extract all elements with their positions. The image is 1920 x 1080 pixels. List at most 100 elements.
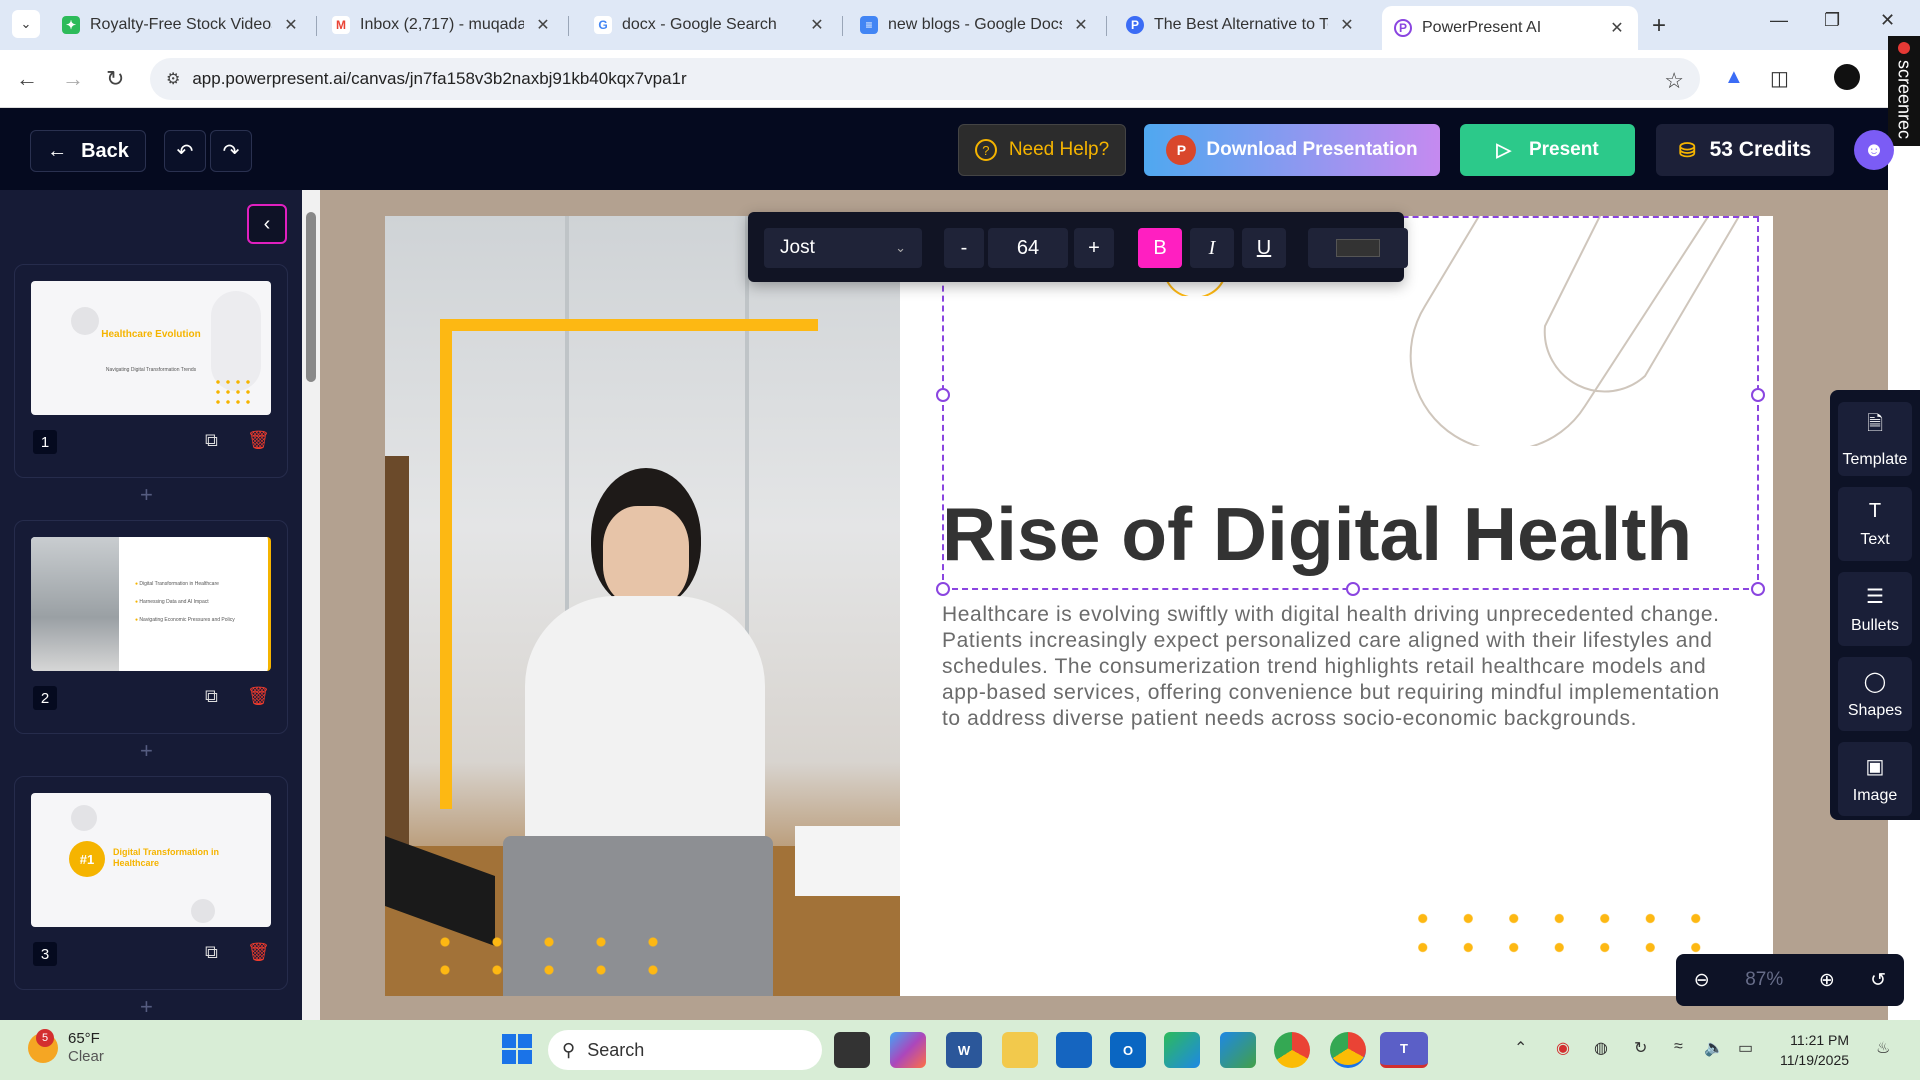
m365-icon[interactable] [1164,1032,1200,1068]
resize-handle[interactable] [1346,582,1360,596]
zoom-out-icon[interactable]: ⊖ [1694,969,1710,992]
doctor-photo[interactable] [385,216,900,996]
increase-font-button[interactable]: + [1074,228,1114,268]
slide-thumbnail[interactable]: Healthcare Evolution Navigating Digital … [31,281,271,415]
tab-alternative[interactable]: P The Best Alternative to Tom... ✕ [1114,6,1368,44]
sync-icon[interactable]: ↻ [1634,1038,1647,1058]
close-tab-icon[interactable]: ✕ [1072,15,1090,35]
url-bar[interactable]: ⚙ app.powerpresent.ai/canvas/jn7fa158v3b… [150,58,1700,100]
teams-icon[interactable]: T [1380,1032,1428,1068]
slide-card-3[interactable]: #1 Digital Transformation in Healthcare … [14,776,288,990]
add-slide-button[interactable]: + [140,482,153,508]
delete-icon[interactable]: 🗑 [247,942,270,963]
duplicate-icon[interactable]: ⧉ [205,430,218,451]
shapes-tool[interactable]: ◯ Shapes [1838,657,1912,731]
start-button[interactable] [502,1034,532,1064]
decrease-font-button[interactable]: - [944,228,984,268]
weather-widget[interactable]: 5 65°F Clear [28,1029,104,1066]
duplicate-icon[interactable]: ⧉ [205,942,218,963]
tab-google-search[interactable]: G docx - Google Search ✕ [582,6,838,44]
restore-icon[interactable]: ❐ [1824,10,1840,31]
redo-button[interactable]: ↷ [210,130,252,172]
image-tool[interactable]: ▣ Image [1838,742,1912,816]
slide-canvas[interactable]: Rise of Digital Health Healthcare is evo… [385,216,1773,996]
font-family-select[interactable]: Jost ⌄ [764,228,922,268]
underline-button[interactable]: U [1242,228,1286,268]
chrome-icon[interactable] [1274,1032,1310,1068]
tab-google-docs[interactable]: ≡ new blogs - Google Docs ✕ [848,6,1102,44]
slide-thumbnail[interactable]: #1 Digital Transformation in Healthcare [31,793,271,927]
battery-icon[interactable]: ▭ [1738,1038,1753,1058]
delete-icon[interactable]: 🗑 [247,430,270,451]
tab-inbox[interactable]: M Inbox (2,717) - muqadasib... ✕ [320,6,564,44]
font-size-input[interactable]: 64 [988,228,1068,268]
scrollbar-thumb[interactable] [306,212,316,382]
chrome-profile-icon[interactable] [1330,1032,1366,1068]
chevron-up-icon[interactable]: ⌃ [1514,1038,1527,1058]
close-tab-icon[interactable]: ✕ [534,15,552,35]
slide-thumbnail[interactable]: ● Digital Transformation in Healthcare ●… [31,537,271,671]
close-tab-icon[interactable]: ✕ [1338,15,1356,35]
file-explorer-icon[interactable] [1002,1032,1038,1068]
resize-handle[interactable] [936,388,950,402]
tab-powerpresent[interactable]: P PowerPresent AI ✕ [1382,6,1638,50]
present-button[interactable]: ▷ Present [1460,124,1635,176]
text-tool[interactable]: T Text [1838,487,1912,561]
add-slide-button[interactable]: + [140,994,153,1020]
bullets-tool[interactable]: ☰ Bullets [1838,572,1912,646]
slide-card-1[interactable]: Healthcare Evolution Navigating Digital … [14,264,288,478]
close-window-icon[interactable]: ✕ [1880,10,1895,31]
word-icon[interactable]: W [946,1032,982,1068]
undo-button[interactable]: ↶ [164,130,206,172]
back-button[interactable]: ← Back [30,130,146,172]
resize-handle[interactable] [1751,582,1765,596]
task-view-icon[interactable] [834,1032,870,1068]
outlook-icon[interactable]: O [1110,1032,1146,1068]
delete-icon[interactable]: 🗑 [247,686,270,707]
text-color-picker[interactable] [1308,228,1408,268]
minimize-icon[interactable]: — [1770,10,1788,31]
zoom-in-icon[interactable]: ⊕ [1819,969,1835,992]
volume-icon[interactable]: 🔈 [1704,1038,1724,1058]
slide-body-text[interactable]: Healthcare is evolving swiftly with digi… [942,602,1722,732]
slide-card-2[interactable]: ● Digital Transformation in Healthcare ●… [14,520,288,734]
resize-handle[interactable] [936,582,950,596]
user-avatar[interactable]: ☻ [1854,130,1894,170]
store-icon[interactable] [1056,1032,1092,1068]
credits-button[interactable]: ⛁ 53 Credits [1656,124,1834,176]
close-tab-icon[interactable]: ✕ [1608,18,1626,38]
back-nav-icon[interactable]: ← [16,66,38,92]
tab-search-dropdown[interactable]: ⌄ [12,10,40,38]
copilot-icon[interactable] [890,1032,926,1068]
slide-title[interactable]: Rise of Digital Health [942,491,1692,577]
eye-off-icon[interactable]: ◍ [1594,1038,1608,1058]
notification-bell-icon[interactable]: ♨ [1876,1038,1890,1058]
italic-button[interactable]: I [1190,228,1234,268]
new-tab-button[interactable]: + [1652,12,1666,40]
bold-button[interactable]: B [1138,228,1182,268]
reset-zoom-icon[interactable]: ↺ [1870,969,1886,992]
tray-app-icon[interactable]: ◉ [1556,1038,1570,1058]
wifi-icon[interactable]: ≈ [1674,1038,1683,1056]
forward-nav-icon[interactable]: → [62,66,84,92]
resize-handle[interactable] [1751,388,1765,402]
close-tab-icon[interactable]: ✕ [282,15,300,35]
profile-icon[interactable] [1834,64,1860,90]
reload-icon[interactable]: ↻ [106,66,124,92]
template-tool[interactable]: 🗎 Template [1838,402,1912,476]
taskbar-search[interactable]: ⚲ Search [548,1030,822,1070]
download-presentation-button[interactable]: P Download Presentation [1144,124,1440,176]
tab-stock-videos[interactable]: ✦ Royalty-Free Stock Videos ✕ [50,6,312,44]
duplicate-icon[interactable]: ⧉ [205,686,218,707]
sidebar-scrollbar[interactable] [302,190,320,1020]
site-info-icon[interactable]: ⚙ [166,69,180,89]
close-tab-icon[interactable]: ✕ [808,15,826,35]
extensions-puzzle-icon[interactable]: ◫ [1770,66,1789,91]
add-slide-button[interactable]: + [140,738,153,764]
clock[interactable]: 11:21 PM 11/19/2025 [1780,1030,1849,1070]
collapse-sidebar-button[interactable]: ‹ [247,204,287,244]
edge-icon[interactable] [1220,1032,1256,1068]
need-help-button[interactable]: ? Need Help? [958,124,1126,176]
extension-icon[interactable]: ▲ [1724,66,1744,89]
bookmark-star-icon[interactable]: ☆ [1664,68,1684,94]
